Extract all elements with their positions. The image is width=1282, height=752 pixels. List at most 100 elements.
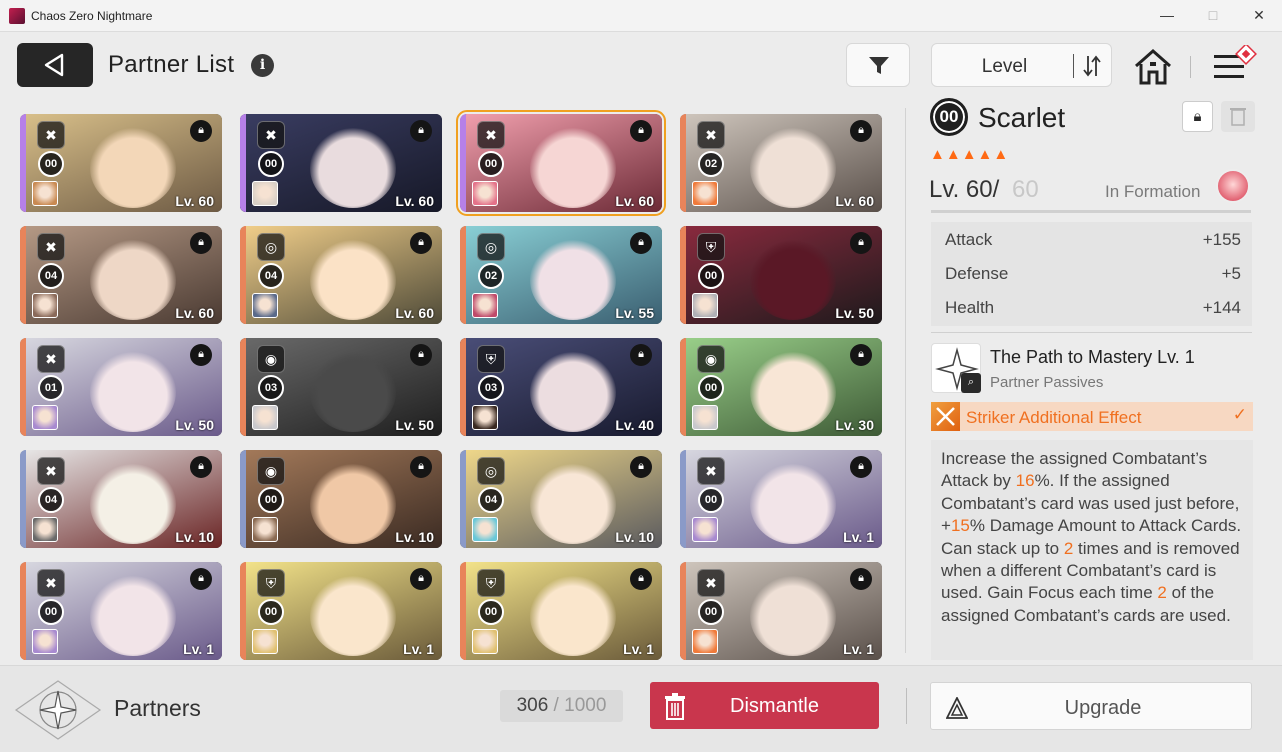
- rarity-strip: [460, 562, 466, 660]
- compass-icon: [14, 679, 102, 741]
- partner-name: Scarlet: [978, 102, 1066, 133]
- lock-icon[interactable]: 🔒︎: [410, 568, 432, 590]
- level-label: Lv. 60: [395, 193, 434, 209]
- rank-badge: 01: [38, 375, 64, 401]
- partner-card[interactable]: ✖ 04 🔒︎ Lv. 10: [20, 450, 222, 548]
- lock-icon[interactable]: 🔒︎: [410, 120, 432, 142]
- desc-value: 16: [1015, 471, 1035, 491]
- partner-card[interactable]: ✖ 00 🔒︎ Lv. 1: [680, 450, 882, 548]
- rarity-strip: [20, 450, 26, 548]
- striker-effect-row[interactable]: Striker Additional Effect ✓: [931, 402, 1253, 431]
- portrait-face: [750, 464, 836, 544]
- lock-icon[interactable]: 🔒︎: [630, 120, 652, 142]
- partner-card[interactable]: ◉ 03 🔒︎ Lv. 50: [240, 338, 442, 436]
- partner-card[interactable]: ◎ 02 🔒︎ Lv. 55: [460, 226, 662, 324]
- lock-icon[interactable]: 🔒︎: [410, 456, 432, 478]
- sort-order-icon[interactable]: [1081, 54, 1103, 78]
- lock-icon[interactable]: 🔒︎: [630, 232, 652, 254]
- rank-badge: 04: [258, 263, 284, 289]
- lock-icon[interactable]: 🔒︎: [190, 456, 212, 478]
- rarity-strip: [20, 226, 26, 324]
- lock-icon[interactable]: 🔒︎: [850, 344, 872, 366]
- panel-divider: [905, 108, 906, 653]
- stat-label: Health: [945, 298, 995, 317]
- check-icon: ✓: [1232, 405, 1247, 424]
- owner-avatar: [32, 293, 58, 318]
- trash-icon[interactable]: [1221, 101, 1255, 132]
- lock-icon[interactable]: 🔒︎: [190, 232, 212, 254]
- partner-card[interactable]: ✖ 00 🔒︎ Lv. 1: [680, 562, 882, 660]
- partner-card[interactable]: ◎ 04 🔒︎ Lv. 10: [460, 450, 662, 548]
- partner-card[interactable]: ✖ 00 🔒︎ Lv. 60: [240, 114, 442, 212]
- menu-icon: [1214, 43, 1257, 78]
- partner-card[interactable]: ✖ 00 🔒︎ Lv. 60: [20, 114, 222, 212]
- grade-badge: 00: [930, 98, 968, 136]
- lock-icon[interactable]: 🔒︎: [410, 344, 432, 366]
- close-button[interactable]: ✕: [1236, 0, 1282, 32]
- magnifier-icon[interactable]: ⌕: [961, 373, 981, 393]
- formation-label: In Formation: [1105, 182, 1201, 201]
- rarity-strip: [680, 562, 686, 660]
- lock-icon[interactable]: 🔒︎: [630, 344, 652, 366]
- lock-icon[interactable]: 🔒︎: [850, 456, 872, 478]
- rarity-strip: [460, 450, 466, 548]
- partner-card[interactable]: ✖ 00 🔒︎ Lv. 1: [20, 562, 222, 660]
- lock-icon[interactable]: 🔒︎: [850, 120, 872, 142]
- app-icon: [9, 8, 25, 24]
- partner-card[interactable]: ✖ 04 🔒︎ Lv. 60: [20, 226, 222, 324]
- owner-avatar: [32, 517, 58, 542]
- home-button[interactable]: [1133, 48, 1173, 86]
- level-bar: [931, 210, 1251, 213]
- filter-button[interactable]: [846, 43, 910, 87]
- class-icon: ✖: [37, 345, 65, 373]
- portrait-face: [310, 128, 396, 208]
- sort-dropdown[interactable]: Level: [931, 43, 1112, 87]
- dismantle-button[interactable]: Dismantle: [650, 682, 879, 729]
- portrait-face: [530, 240, 616, 320]
- lock-icon[interactable]: 🔒︎: [1182, 101, 1213, 132]
- partner-card[interactable]: ◉ 00 🔒︎ Lv. 30: [680, 338, 882, 436]
- rank-badge: 00: [698, 599, 724, 625]
- lock-icon[interactable]: 🔒︎: [850, 568, 872, 590]
- stat-health: Health +144: [945, 290, 1241, 324]
- upgrade-button[interactable]: Upgrade: [930, 682, 1252, 730]
- portrait-face: [90, 352, 176, 432]
- minimize-button[interactable]: —: [1144, 0, 1190, 32]
- category-label: Partners: [114, 695, 201, 721]
- info-icon[interactable]: i: [251, 54, 274, 77]
- lock-icon[interactable]: 🔒︎: [850, 232, 872, 254]
- partner-card[interactable]: ✖ 01 🔒︎ Lv. 50: [20, 338, 222, 436]
- owner-avatar: [252, 629, 278, 654]
- count-max: 1000: [564, 695, 607, 716]
- back-button[interactable]: [17, 43, 93, 87]
- partner-card[interactable]: ⛨ 03 🔒︎ Lv. 40: [460, 338, 662, 436]
- rank-badge: 00: [698, 263, 724, 289]
- rank-badge: 00: [478, 599, 504, 625]
- formation-avatar[interactable]: [1216, 169, 1250, 203]
- rank-badge: 04: [38, 263, 64, 289]
- partner-card[interactable]: ✖ 02 🔒︎ Lv. 60: [680, 114, 882, 212]
- partner-card[interactable]: ◎ 04 🔒︎ Lv. 60: [240, 226, 442, 324]
- lock-icon[interactable]: 🔒︎: [190, 568, 212, 590]
- partner-card[interactable]: ⛨ 00 🔒︎ Lv. 1: [460, 562, 662, 660]
- partner-card[interactable]: ⛨ 00 🔒︎ Lv. 1: [240, 562, 442, 660]
- lock-icon[interactable]: 🔒︎: [630, 568, 652, 590]
- class-icon: ✖: [697, 569, 725, 597]
- partner-card[interactable]: ✖ 00 🔒︎ Lv. 60: [456, 110, 666, 216]
- rank-badge: 00: [698, 487, 724, 513]
- level-label: Lv. 40: [615, 417, 654, 433]
- rarity-strip: [680, 114, 686, 212]
- rarity-strip: [240, 450, 246, 548]
- lock-icon[interactable]: 🔒︎: [410, 232, 432, 254]
- partner-card[interactable]: ◉ 00 🔒︎ Lv. 10: [240, 450, 442, 548]
- maximize-button[interactable]: □: [1190, 0, 1236, 32]
- owner-avatar: [472, 181, 498, 206]
- class-icon: ◎: [477, 457, 505, 485]
- lock-icon[interactable]: 🔒︎: [190, 120, 212, 142]
- star-rating: ▲▲▲▲▲: [930, 146, 1010, 163]
- class-icon: ◉: [257, 345, 285, 373]
- lock-icon[interactable]: 🔒︎: [190, 344, 212, 366]
- menu-button[interactable]: [1211, 43, 1261, 85]
- lock-icon[interactable]: 🔒︎: [630, 456, 652, 478]
- partner-card[interactable]: ⛨ 00 🔒︎ Lv. 50: [680, 226, 882, 324]
